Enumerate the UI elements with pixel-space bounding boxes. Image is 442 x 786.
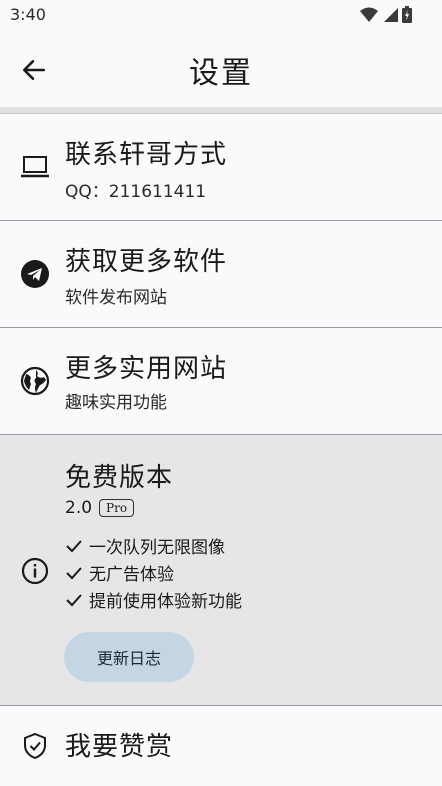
telegram-icon — [19, 258, 51, 290]
status-icons — [360, 6, 412, 23]
useful-sites-item[interactable]: 更多实用网站 趣味实用功能 — [0, 328, 442, 435]
useful-sites-title: 更多实用网站 — [65, 354, 228, 384]
check-icon — [66, 593, 82, 606]
feature-text: 提前使用体验新功能 — [89, 592, 242, 612]
version-row: 2.0 Pro — [65, 498, 135, 518]
more-software-subtitle: 软件发布网站 — [65, 288, 167, 308]
feature-item: 提前使用体验新功能 — [65, 587, 242, 612]
contact-item[interactable]: 联系轩哥方式 QQ：211611411 — [0, 114, 442, 221]
donate-title: 我要赞赏 — [65, 732, 174, 762]
globe-icon — [19, 365, 51, 397]
contact-title: 联系轩哥方式 — [65, 140, 228, 170]
app-bar: 设置 — [0, 30, 442, 108]
free-version-section: 免费版本 2.0 Pro 一次队列无限图像 无广告体验 提前使用体验新功能 更新… — [0, 435, 442, 706]
useful-sites-subtitle: 趣味实用功能 — [65, 393, 167, 413]
status-bar: 3:40 — [0, 0, 442, 30]
version-number: 2.0 — [65, 498, 93, 518]
pro-badge: Pro — [99, 499, 135, 517]
feature-item: 无广告体验 — [65, 560, 174, 585]
more-software-title: 获取更多软件 — [65, 247, 228, 277]
changelog-button[interactable]: 更新日志 — [64, 632, 194, 682]
feature-text: 一次队列无限图像 — [89, 538, 225, 558]
wifi-icon — [360, 7, 378, 22]
laptop-icon — [19, 151, 51, 183]
page-title: 设置 — [189, 56, 253, 91]
contact-subtitle: QQ：211611411 — [65, 182, 207, 202]
signal-icon — [384, 7, 398, 22]
feature-text: 无广告体验 — [89, 565, 174, 585]
check-icon — [66, 539, 82, 552]
more-software-item[interactable]: 获取更多软件 软件发布网站 — [0, 221, 442, 328]
donate-item[interactable]: 我要赞赏 — [0, 706, 442, 786]
feature-item: 一次队列无限图像 — [65, 533, 225, 558]
check-icon — [66, 566, 82, 579]
battery-icon — [402, 6, 412, 23]
free-version-title: 免费版本 — [65, 463, 174, 493]
divider — [0, 107, 442, 114]
shield-check-icon — [19, 730, 51, 762]
info-icon — [19, 555, 51, 587]
status-time: 3:40 — [10, 5, 46, 24]
